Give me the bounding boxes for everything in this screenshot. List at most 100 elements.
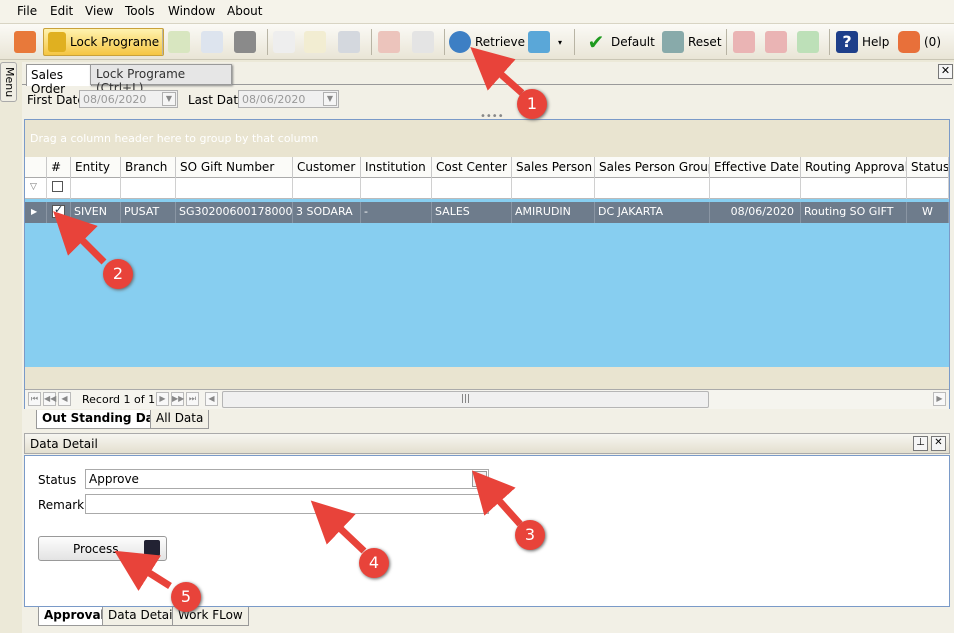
status-select[interactable]: Approve ▼ [85,469,489,489]
reset-label: Reset [688,35,722,49]
column-header-so-gift-number[interactable]: SO Gift Number [176,157,293,178]
filter-cell-entity[interactable] [71,178,121,199]
filter-cell-effective-date[interactable] [710,178,801,199]
close-document-button[interactable]: ✕ [938,64,953,79]
pin-icon[interactable]: ⊥ [913,436,928,451]
column-header-branch[interactable]: Branch [121,157,176,178]
first-date-field[interactable]: 08/06/2020 ▼ [79,90,178,108]
next-record-icon[interactable]: ▶ [156,392,169,406]
menu-tools[interactable]: Tools [125,4,155,18]
column-header-status[interactable]: Status [907,157,949,178]
process-button[interactable]: Process [38,536,167,561]
next-page-icon[interactable]: ▶▶ [171,392,184,406]
menu-edit[interactable]: Edit [50,4,73,18]
record-counter: Record 1 of 1 [82,393,156,406]
cell-entity: SIVEN [71,202,121,223]
menu-file[interactable]: File [17,4,37,18]
column-header-sales-person[interactable]: Sales Person [512,157,595,178]
last-date-dropdown-icon[interactable]: ▼ [323,92,337,106]
mail-icon [168,31,190,53]
filter-cell-status[interactable] [907,178,949,199]
refresh-button[interactable] [528,28,550,56]
cell-so-gift-number: SG3020060017800006 [176,202,293,223]
lock-programe-tooltip: Lock Programe (Ctrl+L) [90,64,232,95]
toolbar-dropdown[interactable]: ▾ [558,28,570,56]
help-button[interactable]: ? Help [836,28,889,56]
cell-branch: PUSAT [121,202,176,223]
retrieve-button[interactable]: Retrieve [449,28,525,56]
filter-cell-branch[interactable] [121,178,176,199]
column-header-number[interactable]: # [47,157,71,178]
last-date-field[interactable]: 08/06/2020 ▼ [238,90,339,108]
reject-icon [765,31,787,53]
menu-window[interactable]: Window [168,4,215,18]
reject-tool-button[interactable] [765,28,787,56]
prev-record-icon[interactable]: ◀ [58,392,71,406]
filter-cell-sales-person[interactable] [512,178,595,199]
tab-data-detail[interactable]: Data Detail [102,607,182,626]
column-header-cost-center[interactable]: Cost Center [432,157,512,178]
menu-about[interactable]: About [227,4,262,18]
status-label: Status [38,473,77,487]
close-icon[interactable]: ✕ [931,436,946,451]
first-record-icon[interactable]: ⏮ [28,392,41,406]
horizontal-scrollbar[interactable]: ||| [222,391,709,408]
reset-icon [662,31,684,53]
column-header-customer[interactable]: Customer [293,157,361,178]
select-all-checkbox[interactable] [47,178,71,199]
lock-programe-button[interactable]: Lock Programe [43,28,165,56]
filter-cell-customer[interactable] [293,178,361,199]
filter-icon[interactable]: ▽ [25,178,47,199]
tab-all-data[interactable]: All Data [150,410,210,429]
last-date-label: Last Date [188,93,246,107]
cell-effective-date: 08/06/2020 [710,202,801,223]
column-header-sales-person-group[interactable]: Sales Person Group [595,157,710,178]
chevron-down-icon: ▾ [558,37,563,47]
save-button[interactable] [338,28,360,56]
tab-sales-order[interactable]: Sales Order [26,64,92,96]
menu-view[interactable]: View [85,4,113,18]
delete-button[interactable] [378,28,400,56]
tab-approval[interactable]: Approval [38,607,111,626]
notification-count: (0) [924,35,941,49]
group-by-panel[interactable]: Drag a column header here to group by th… [25,120,949,157]
column-header-entity[interactable]: Entity [71,157,121,178]
scroll-left-icon[interactable]: ◀ [205,392,218,406]
help-icon: ? [836,31,858,53]
filter-cell-cost-center[interactable] [432,178,512,199]
prev-page-icon[interactable]: ◀◀ [43,392,56,406]
row-select-checkbox[interactable] [47,202,71,223]
annotation-badge-3: 3 [515,520,545,550]
filter-cell-institution[interactable] [361,178,432,199]
last-record-icon[interactable]: ⏭ [186,392,199,406]
first-date-dropdown-icon[interactable]: ▼ [162,92,176,106]
notification-button[interactable]: (0) [898,28,941,56]
table-row[interactable]: ▶ SIVEN PUSAT SG3020060017800006 3 SODAR… [25,202,949,223]
mail-button[interactable] [168,28,190,56]
side-menu-tab[interactable]: Menu [0,62,17,102]
retrieve-label: Retrieve [475,35,526,49]
scroll-right-icon[interactable]: ▶ [933,392,946,406]
print-button[interactable] [234,28,256,56]
annotation-badge-1: 1 [517,89,547,119]
home-button[interactable] [14,28,36,56]
detail-bottom-tabs: Approval Data Detail Work FLow [24,607,950,627]
reset-button[interactable]: Reset [662,28,722,56]
report-button[interactable] [201,28,223,56]
approve-tool-button[interactable] [733,28,755,56]
default-button[interactable]: ✔ Default [585,28,655,56]
lock-icon [48,32,66,52]
filter-cell-so-gift-number[interactable] [176,178,293,199]
edit-button[interactable] [304,28,326,56]
new-button[interactable] [273,28,295,56]
column-header-institution[interactable]: Institution [361,157,432,178]
filter-cell-sales-person-group[interactable] [595,178,710,199]
close-icon: ✕ [940,64,951,77]
cycle-tool-button[interactable] [797,28,819,56]
chevron-down-icon[interactable]: ▼ [472,471,487,487]
filter-cell-routing-approval[interactable] [801,178,907,199]
column-header-routing-approval[interactable]: Routing Approval [801,157,907,178]
cancel-button[interactable] [412,28,434,56]
column-header-effective-date[interactable]: Effective Date [710,157,801,178]
remark-input[interactable] [85,494,489,514]
